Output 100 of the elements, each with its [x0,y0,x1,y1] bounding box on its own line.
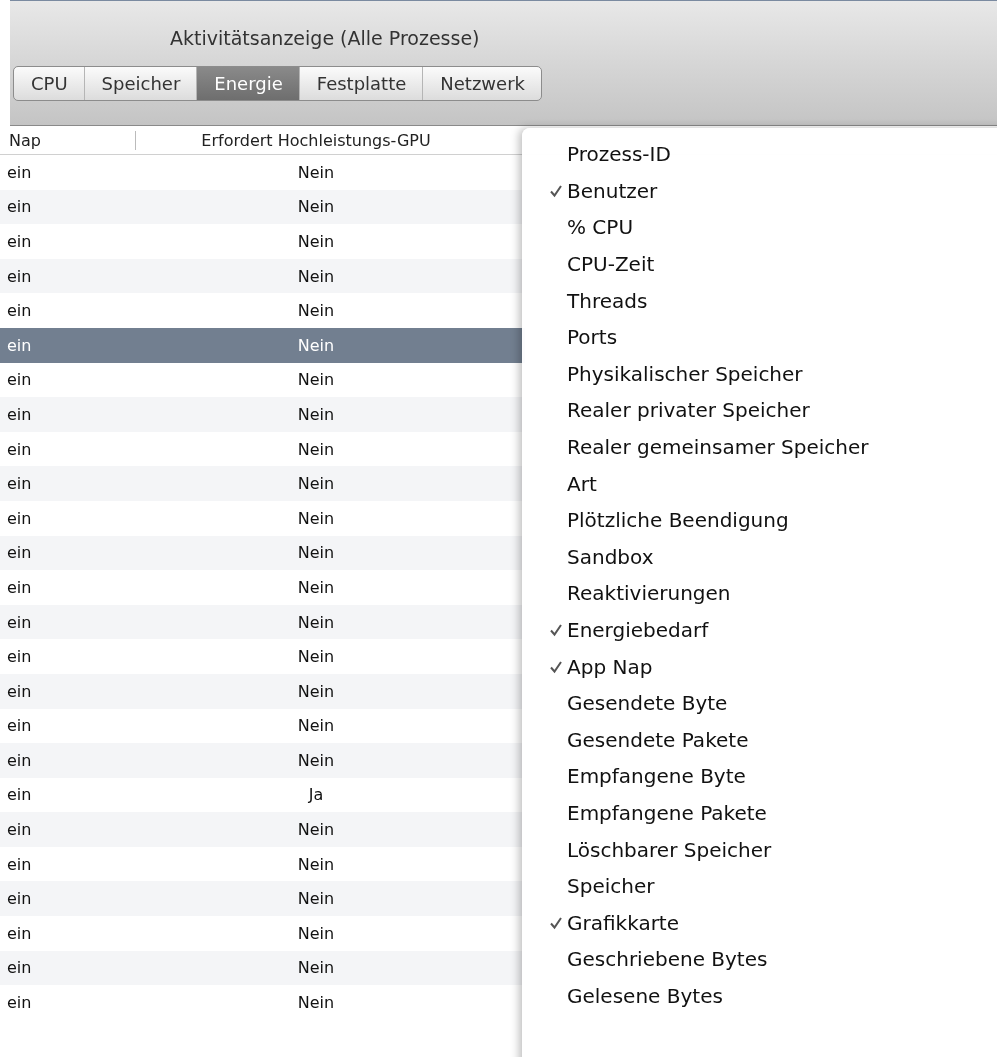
table-row[interactable]: ein Nein [0,743,525,778]
menu-item[interactable]: Empfangene Pakete [522,794,997,832]
table-row[interactable]: ein Nein [0,708,525,744]
table-cell-text: Nein [296,370,336,390]
table-row[interactable]: ein Nein [0,189,525,225]
table-row[interactable]: ein Nein [0,397,525,432]
table-cell-text: Ja [307,785,325,805]
table-row[interactable]: ein Nein [0,950,525,986]
window-title: Aktivitätsanzeige (Alle Prozesse) [170,27,480,49]
table-cell-text: ein [6,681,33,701]
table-cell-text: ein [6,750,33,770]
table-cell-text: Nein [296,820,336,840]
table-row[interactable]: ein Nein [0,985,525,1020]
menu-item[interactable]: Ports [522,318,997,356]
table-cell-text: Nein [296,993,336,1013]
tab[interactable]: Netzwerk [423,67,541,100]
table-cell-text: Nein [296,577,336,597]
table-row[interactable]: ein Nein [0,155,525,190]
menu-item[interactable]: Gesendete Byte [522,684,997,722]
table-row[interactable]: ein Nein [0,293,525,328]
table-row[interactable]: ein Nein [0,466,525,501]
table-row[interactable]: ein Nein [0,881,525,917]
menu-item[interactable]: Realer gemeinsamer Speicher [522,428,997,466]
table-cell-text: ein [6,474,33,494]
table-cell-text: ein [6,577,33,597]
table-row[interactable]: ein Nein [0,604,525,640]
menu-item[interactable]: Grafikkarte [522,904,997,942]
menu-item[interactable]: Benutzer [522,172,997,210]
table-row[interactable]: ein Nein [0,535,525,571]
menu-item[interactable]: CPU-Zeit [522,245,997,283]
menu-item[interactable]: % CPU [522,209,997,246]
table-cell-text: Nein [296,404,336,424]
table-cell-text: ein [6,266,33,286]
table-cell-text: Nein [296,958,336,978]
table-cell-text: Nein [296,647,336,667]
menu-item[interactable]: Speicher [522,867,997,905]
table-row[interactable]: ein Nein [0,362,525,398]
menu-item[interactable]: Reaktivierungen [522,575,997,612]
table-cell-text: ein [6,197,33,217]
table-row[interactable]: ein Nein [0,812,525,847]
table-row[interactable]: ein Nein [0,846,525,882]
table-cell-text: Nein [296,197,336,217]
table-cell-text: ein [6,647,33,667]
table-cell-text: ein [6,820,33,840]
table-cell-text: ein [6,508,33,528]
menu-item[interactable]: Empfangene Byte [522,758,997,795]
table-cell-text: ein [6,162,33,182]
table-cell-text: Nein [296,508,336,528]
table-row[interactable]: ein Nein [0,916,525,951]
table-row[interactable]: ein Nein [0,570,525,605]
table-cell-text: Nein [296,889,336,909]
column-header[interactable]: Erfordert Hochleistungs-GPU [136,130,496,150]
table-cell-text: Nein [296,335,336,355]
table-row[interactable]: ein Nein [0,327,525,363]
table-row[interactable]: ein Nein [0,224,525,259]
table-cell-text: Nein [296,612,336,632]
menu-item[interactable]: Gesendete Pakete [522,721,997,759]
table-cell-text: ein [6,923,33,943]
table-cell-text: ein [6,993,33,1013]
tab[interactable]: CPU [14,67,85,100]
table-cell-text: Nein [296,301,336,321]
table-cell-text: Nein [296,923,336,943]
table-cell-text: Nein [296,543,336,563]
table-cell-text: Nein [296,854,336,874]
menu-item[interactable]: Energiebedarf [522,611,997,649]
menu-item[interactable]: Art [522,465,997,502]
menu-item[interactable]: Gelesene Bytes [522,977,997,1015]
table-row[interactable]: ein Nein [0,431,525,467]
table-row[interactable]: ein Nein [0,673,525,709]
table-row[interactable]: ein Nein [0,258,525,294]
menu-item[interactable]: Prozess-ID [522,136,997,173]
tab[interactable]: Energie [197,67,300,100]
menu-item[interactable]: Plötzliche Beendigung [522,501,997,539]
table-cell-text: ein [6,301,33,321]
table-cell-text: ein [6,958,33,978]
menu-item[interactable]: Sandbox [522,538,997,576]
menu-item[interactable]: Threads [522,282,997,319]
table-cell-text: ein [6,716,33,736]
table-row[interactable]: ein Ja [0,777,525,813]
table-cell-text: Nein [296,439,336,459]
table-cell-text: ein [6,370,33,390]
table-cell-text: Nein [296,232,336,251]
column-header[interactable]: Nap [0,130,136,150]
table-cell-text: ein [6,404,33,424]
menu-item[interactable]: Realer privater Speicher [522,392,997,429]
menu-item[interactable]: Löschbarer Speicher [522,831,997,868]
table-row[interactable]: ein Nein [0,500,525,536]
menu-item[interactable]: App Nap [522,648,997,685]
table-cell-text: Nein [296,162,336,182]
tab[interactable]: Festplatte [299,67,424,100]
table-row[interactable]: ein Nein [0,639,525,674]
table-cell-text: ein [6,232,33,251]
menu-item[interactable]: Geschriebene Bytes [522,941,997,978]
table-cell-text: ein [6,854,33,874]
table-cell-text: ein [6,335,33,355]
menu-item[interactable]: Physikalischer Speicher [522,355,997,393]
table-cell-text: Nein [296,750,336,770]
table-cell-text: ein [6,889,33,909]
table-cell-text: ein [6,543,33,563]
table-cell-text: Nein [296,716,336,736]
